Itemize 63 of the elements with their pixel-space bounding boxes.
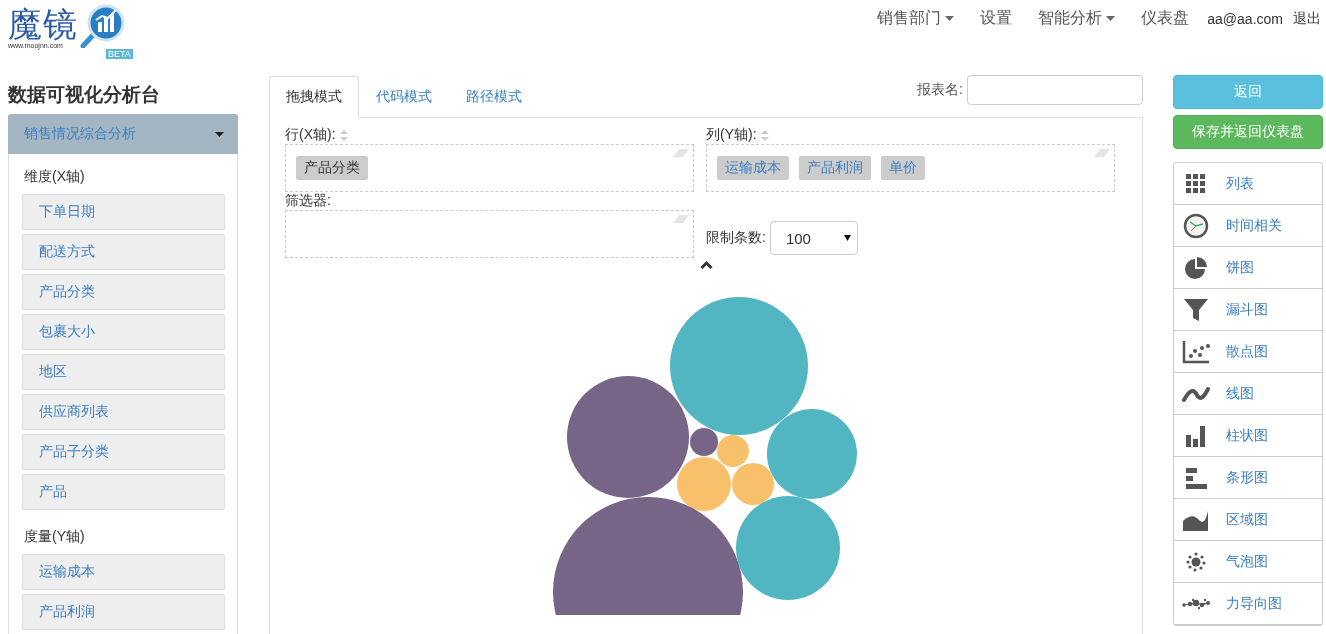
tab[interactable]: 路径模式 [449, 76, 539, 118]
logo-text: 魔镜 [8, 4, 78, 43]
field-label: 限制条数: [706, 229, 766, 247]
group-label: 维度(X轴) [23, 167, 86, 186]
zone-label: 行(X轴): [285, 126, 336, 144]
chart-type-item[interactable]: 条形图 [1174, 457, 1322, 499]
chart-type-item[interactable]: 力导向图 [1174, 583, 1322, 625]
field-item[interactable]: 运输成本 [22, 554, 225, 590]
chart-type-item[interactable]: 饼图 [1174, 247, 1322, 289]
beta-badge: BETA [106, 49, 133, 59]
tab[interactable]: 代码模式 [359, 76, 449, 118]
field-pill[interactable]: 产品利润 [799, 156, 871, 180]
field-item[interactable]: 供应商列表 [22, 394, 225, 430]
drop-zone[interactable]: 产品分类 [285, 144, 694, 192]
chart-type-item[interactable]: 柱状图 [1174, 415, 1322, 457]
nav-link[interactable]: 仪表盘 [1141, 8, 1190, 29]
chart-type-item[interactable]: 漏斗图 [1174, 289, 1322, 331]
field-item[interactable]: 包裹大小 [22, 314, 225, 350]
drop-zone[interactable] [285, 210, 694, 258]
field-item[interactable]: 产品子分类 [22, 434, 225, 470]
field-item[interactable]: 下单日期 [22, 194, 225, 230]
nav-link[interactable]: 智能分析 [1038, 8, 1116, 29]
field-pill[interactable]: 单价 [881, 156, 925, 180]
field-item[interactable]: 产品分类 [22, 274, 225, 310]
drop-zone[interactable]: 运输成本 产品利润 单价 [706, 144, 1115, 192]
magnifier-icon [80, 4, 126, 48]
field-item[interactable]: 地区 [22, 354, 225, 390]
chart-type-item[interactable]: 区域图 [1174, 499, 1322, 541]
chart-type-item[interactable]: 列表 [1174, 163, 1322, 205]
eraser-icon [673, 149, 689, 157]
nav-link[interactable]: 退出 [1293, 9, 1321, 28]
sort-icon [760, 129, 769, 141]
nav-link[interactable]: 销售部门 [877, 8, 955, 29]
field-item[interactable]: 配送方式 [22, 234, 225, 270]
zone-label: 列(Y轴): [706, 126, 757, 144]
caret-icon [843, 235, 851, 241]
field-pill[interactable]: 运输成本 [717, 156, 789, 180]
field-pill[interactable]: 产品分类 [296, 156, 368, 180]
eraser-icon [1094, 149, 1110, 157]
funnel-icon [1182, 296, 1210, 323]
chart-type-item[interactable]: 时间相关 [1174, 205, 1322, 247]
clock-icon [1182, 212, 1210, 239]
save-button[interactable]: 保存并返回仪表盘 [1173, 115, 1323, 149]
pie-chart-icon [1182, 254, 1210, 281]
sort-icon [339, 129, 348, 141]
caret-icon [215, 131, 224, 137]
group-label: 度量(Y轴) [23, 527, 86, 546]
eraser-icon [673, 215, 689, 223]
limit-select[interactable]: 100 [769, 221, 858, 255]
scatter-chart-icon [1182, 338, 1210, 365]
report-name-field[interactable] [967, 75, 1143, 105]
nav-link[interactable]: aa@aa.com [1207, 10, 1283, 27]
chevron-up-icon [699, 260, 713, 269]
field-item[interactable]: 产品利润 [22, 594, 225, 630]
chart-type-item[interactable]: 气泡图 [1174, 541, 1322, 583]
sidebar-title: 数据可视化分析台 [8, 83, 161, 107]
tab[interactable]: 拖拽模式 [269, 76, 359, 118]
chart-type-item[interactable]: 散点图 [1174, 331, 1322, 373]
nav-link[interactable]: 设置 [980, 8, 1013, 29]
zone-label: 筛选器: [285, 192, 331, 210]
field-item[interactable]: 产品 [22, 474, 225, 510]
field-label: 报表名: [917, 81, 963, 99]
chart-type-item[interactable]: 线图 [1174, 373, 1322, 415]
